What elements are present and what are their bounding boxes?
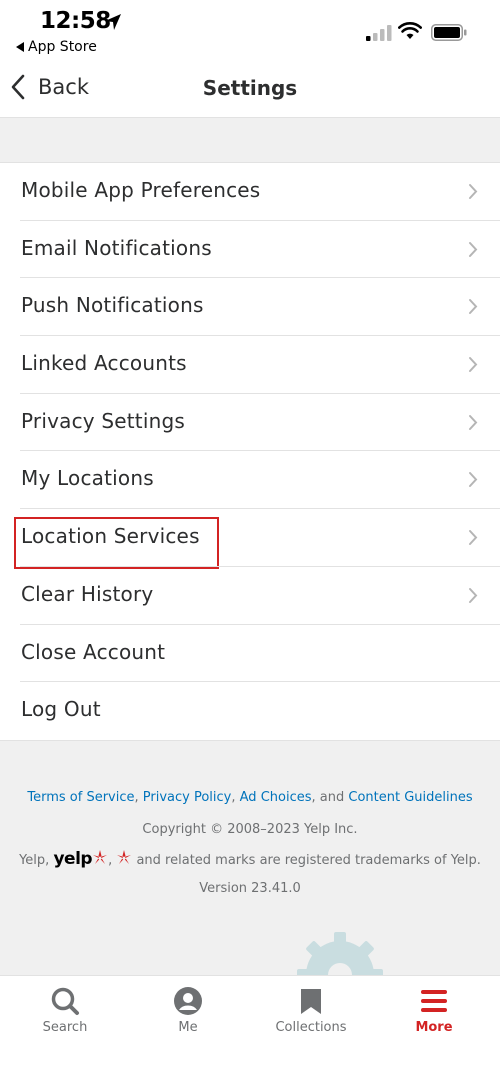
settings-row-label: Privacy Settings xyxy=(21,408,186,433)
menu-icon xyxy=(421,990,447,1012)
yelp-burst-icon xyxy=(93,850,108,864)
battery-icon xyxy=(431,24,467,41)
back-to-app-store[interactable]: App Store xyxy=(16,39,97,55)
settings-list: Mobile App Preferences Email Notificatio… xyxy=(0,162,500,741)
footer: Terms of Service, Privacy Policy, Ad Cho… xyxy=(0,790,500,896)
tab-label: Collections xyxy=(275,1020,347,1035)
nav-bar: Back Settings xyxy=(0,62,500,118)
search-icon xyxy=(51,987,79,1015)
profile-icon xyxy=(174,987,202,1015)
settings-row-label: Linked Accounts xyxy=(21,351,187,376)
tab-label: Me xyxy=(178,1020,198,1035)
copyright-text: Copyright © 2008–2023 Yelp Inc. xyxy=(142,822,358,837)
tab-more[interactable]: More xyxy=(374,986,494,1035)
privacy-policy-link[interactable]: Privacy Policy xyxy=(143,790,232,805)
terms-of-service-link[interactable]: Terms of Service xyxy=(27,790,134,805)
location-arrow-icon xyxy=(105,14,121,30)
settings-row-mobile-app-preferences[interactable]: Mobile App Preferences xyxy=(0,163,500,221)
tab-me[interactable]: Me xyxy=(128,986,248,1035)
tab-search[interactable]: Search xyxy=(5,986,125,1035)
tab-collections[interactable]: Collections xyxy=(251,986,371,1035)
tab-label: More xyxy=(415,1020,453,1035)
chevron-right-icon xyxy=(469,414,478,430)
chevron-right-icon xyxy=(469,530,478,546)
settings-row-linked-accounts[interactable]: Linked Accounts xyxy=(0,336,500,394)
status-time: 12:58 xyxy=(40,8,111,34)
chevron-right-icon xyxy=(469,587,478,603)
bookmark-icon xyxy=(301,989,321,1014)
signal-icon xyxy=(366,25,392,41)
trademark-text: Yelp, yelp , and related marks are regis… xyxy=(19,849,481,869)
back-app-label: App Store xyxy=(28,39,97,55)
tab-label: Search xyxy=(42,1020,88,1035)
settings-row-privacy-settings[interactable]: Privacy Settings xyxy=(0,394,500,452)
yelp-burst-icon xyxy=(117,850,132,864)
status-bar: 12:58 App Store xyxy=(0,0,500,62)
settings-row-label: My Locations xyxy=(21,466,154,491)
ad-choices-link[interactable]: Ad Choices xyxy=(240,790,312,805)
trademark-prefix: Yelp, xyxy=(19,853,50,868)
yelp-logo-text: yelp xyxy=(53,849,93,869)
back-triangle-icon xyxy=(16,42,24,52)
chevron-right-icon xyxy=(469,241,478,257)
settings-row-label: Location Services xyxy=(21,524,200,549)
settings-row-label: Mobile App Preferences xyxy=(21,178,261,202)
settings-row-label: Log Out xyxy=(21,697,101,722)
content-guidelines-link[interactable]: Content Guidelines xyxy=(348,790,472,805)
footer-links: Terms of Service, Privacy Policy, Ad Cho… xyxy=(27,790,473,805)
settings-row-close-account[interactable]: Close Account xyxy=(0,625,500,683)
settings-row-label: Close Account xyxy=(21,639,166,664)
settings-row-push-notifications[interactable]: Push Notifications xyxy=(0,278,500,336)
tab-bar: Search Me Collections More xyxy=(0,975,500,1065)
settings-row-label: Push Notifications xyxy=(21,293,204,318)
trademark-suffix: and related marks are registered tradema… xyxy=(136,853,481,868)
settings-row-label: Clear History xyxy=(21,581,154,606)
settings-row-log-out[interactable]: Log Out xyxy=(0,682,500,740)
chevron-right-icon xyxy=(469,357,478,373)
chevron-right-icon xyxy=(469,299,478,315)
settings-row-location-services[interactable]: Location Services xyxy=(0,509,500,570)
settings-row-clear-history[interactable]: Clear History xyxy=(0,567,500,625)
chevron-right-icon xyxy=(469,472,478,488)
settings-row-label: Email Notifications xyxy=(21,235,212,260)
footer-and-text: and xyxy=(319,790,345,805)
settings-row-email-notifications[interactable]: Email Notifications xyxy=(0,221,500,279)
settings-row-my-locations[interactable]: My Locations xyxy=(0,451,500,509)
version-text: Version 23.41.0 xyxy=(199,881,301,896)
page-title: Settings xyxy=(202,76,298,100)
chevron-right-icon xyxy=(469,184,478,199)
wifi-icon xyxy=(398,22,422,39)
